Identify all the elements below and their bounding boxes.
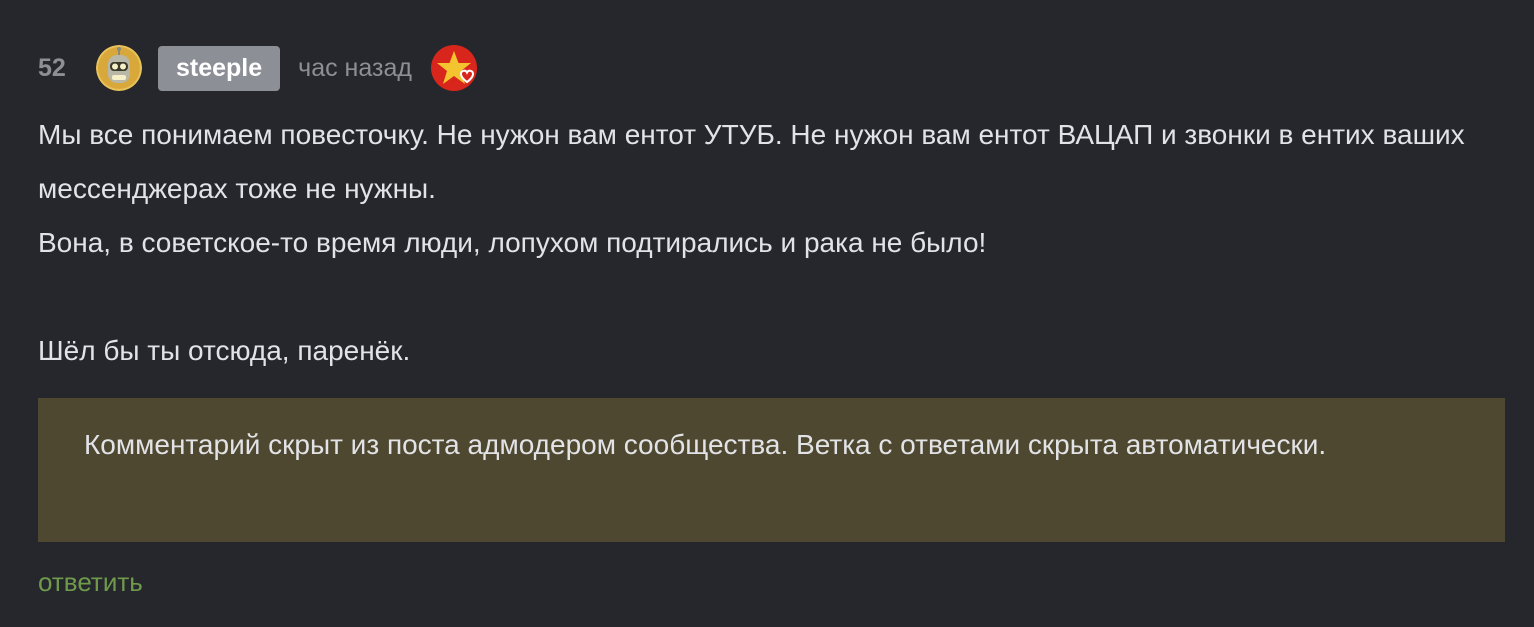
comment-paragraph: Шёл бы ты отсюда, паренёк. bbox=[38, 335, 411, 366]
award-icon[interactable] bbox=[430, 44, 478, 92]
comment: 52 steeple час назад Мы все понимаем пов… bbox=[0, 0, 1534, 627]
reply-link[interactable]: ответить bbox=[38, 562, 143, 602]
comment-body: Мы все понимаем повесточку. Не нужон вам… bbox=[38, 108, 1508, 378]
comment-paragraph: Вона, в советское-то время люди, лопухом… bbox=[38, 227, 987, 258]
comment-timestamp[interactable]: час назад bbox=[298, 54, 412, 83]
comment-paragraph: Мы все понимаем повесточку. Не нужон вам… bbox=[38, 119, 1465, 204]
avatar[interactable] bbox=[96, 45, 142, 91]
comment-rating: 52 bbox=[38, 53, 66, 82]
username-badge[interactable]: steeple bbox=[158, 45, 281, 91]
comment-header: 52 steeple час назад bbox=[38, 44, 478, 92]
hidden-comment-notice: Комментарий скрыт из поста адмодером соо… bbox=[38, 398, 1505, 542]
